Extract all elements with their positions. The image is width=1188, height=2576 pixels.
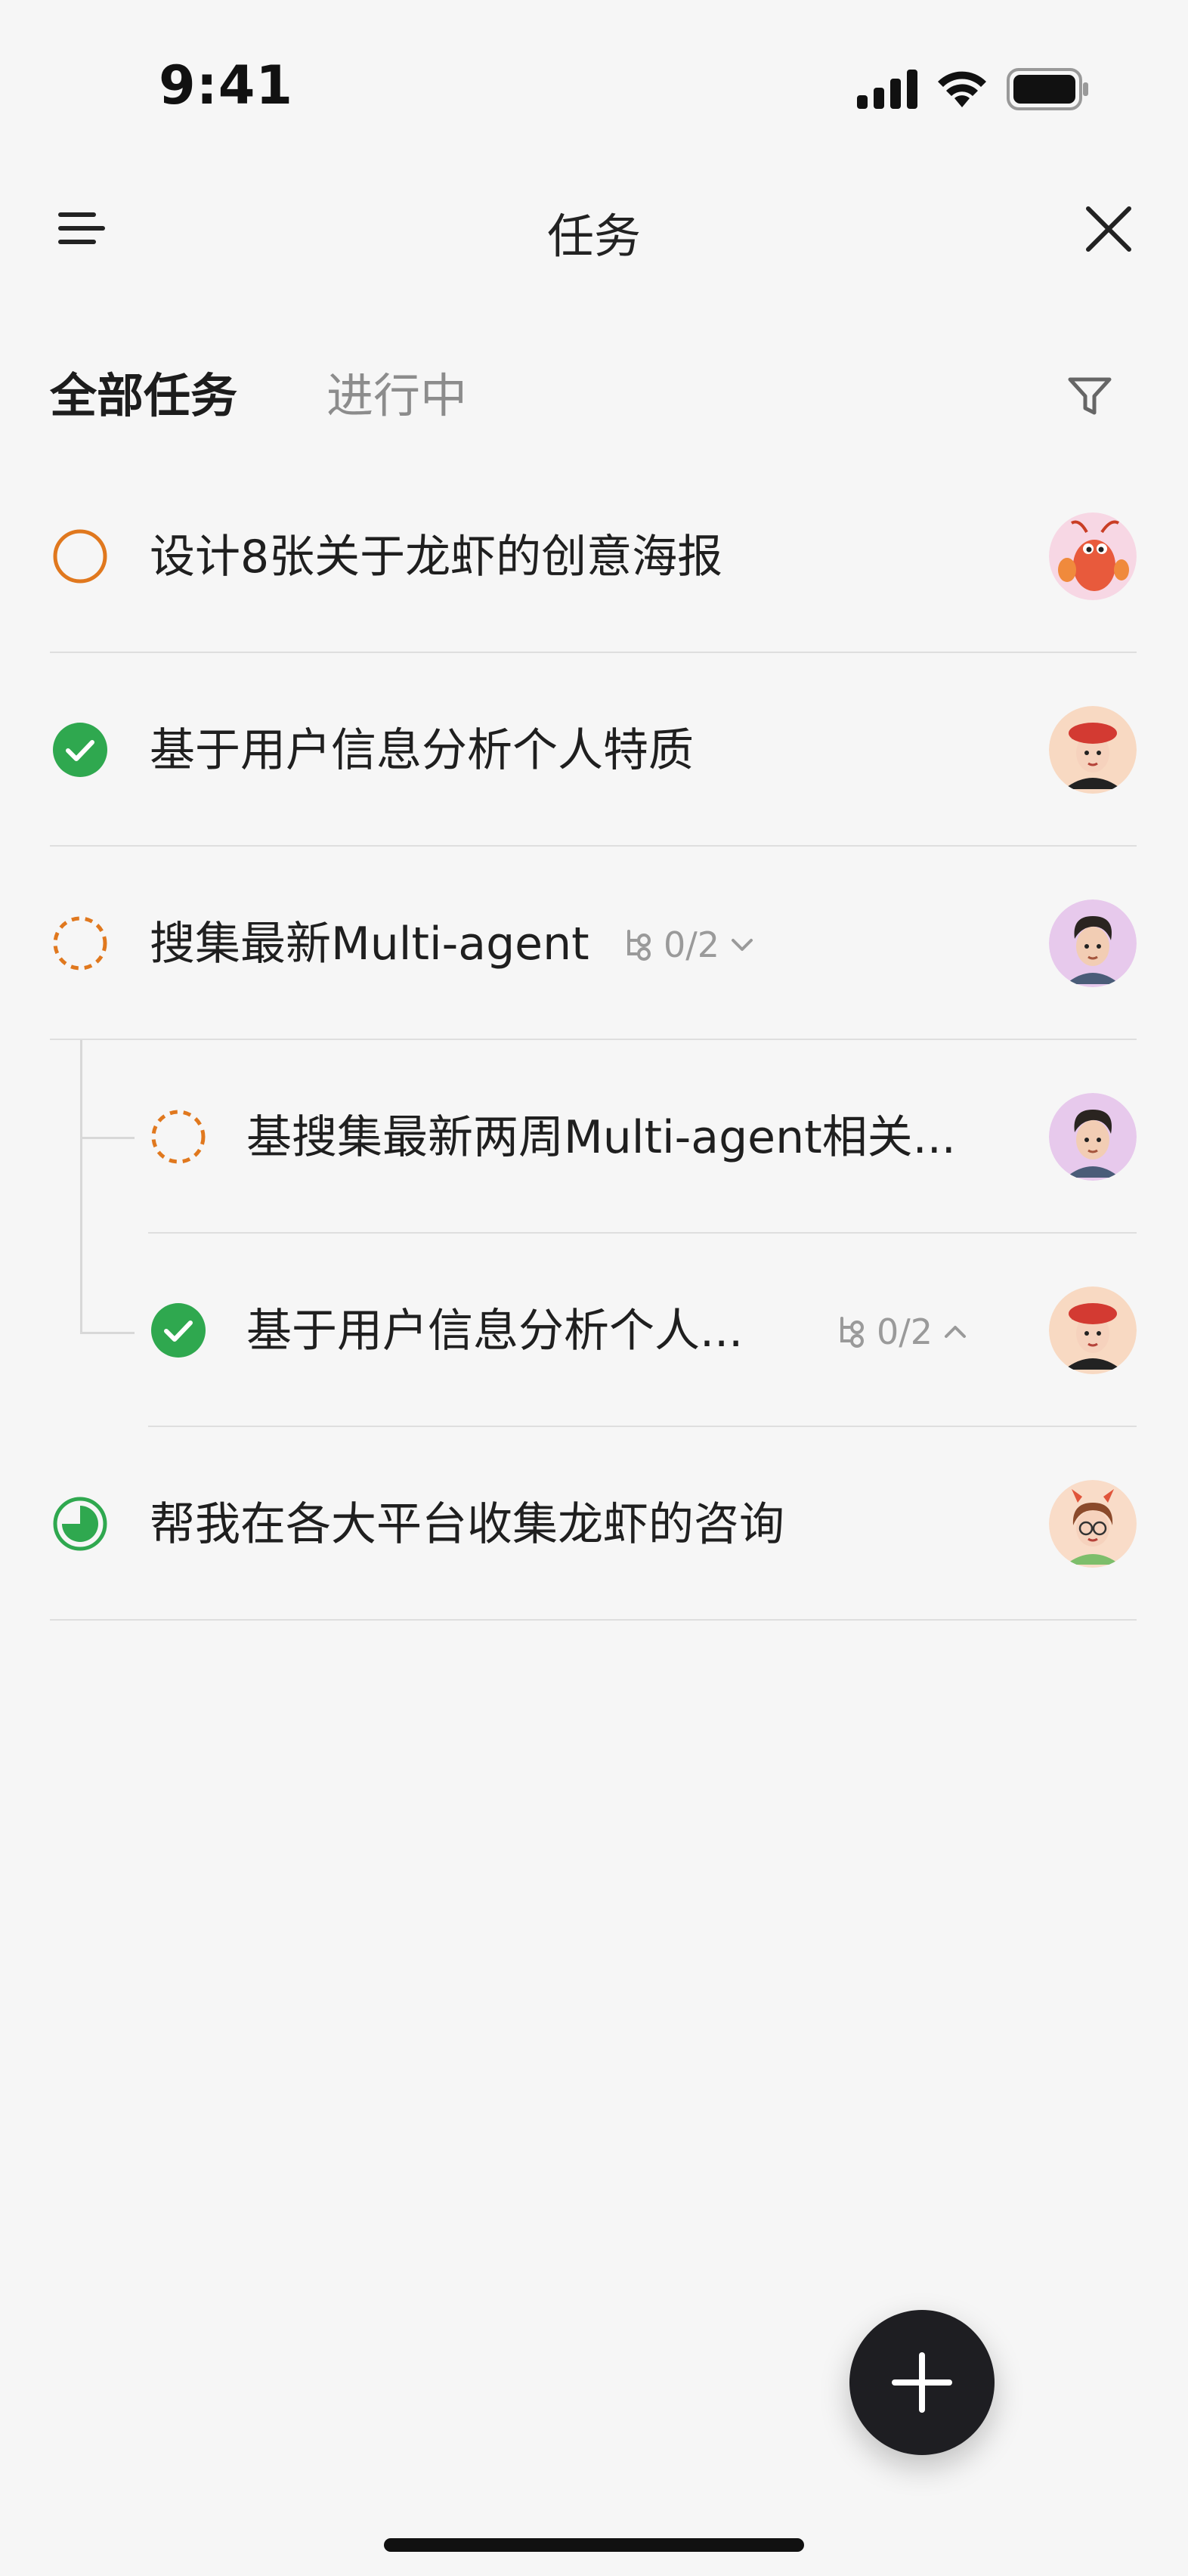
status-time: 9:41 — [159, 54, 294, 116]
todo-circle-icon[interactable] — [51, 528, 109, 585]
task-title: 基搜集最新两周Multi-agent相关... — [246, 1111, 956, 1164]
close-button[interactable] — [1082, 203, 1135, 255]
add-task-button[interactable] — [849, 2310, 995, 2455]
man-avatar[interactable] — [1049, 899, 1137, 987]
tree-connector-vertical — [80, 1040, 82, 1333]
tab-in-progress[interactable]: 进行中 — [326, 366, 467, 426]
subtask-count-text: 0/2 — [877, 1311, 933, 1352]
plus-icon — [892, 2352, 952, 2413]
task-title: 基于用户信息分析个人... — [246, 1305, 744, 1358]
filter-button[interactable] — [1066, 372, 1114, 420]
filter-icon — [1068, 377, 1112, 415]
task-title: 基于用户信息分析个人特质 — [150, 724, 694, 777]
pending-dashed-circle-icon[interactable] — [51, 915, 109, 972]
check-circle-icon[interactable] — [51, 721, 109, 779]
tree-connector-branch-1 — [80, 1137, 135, 1139]
pending-dashed-circle-icon[interactable] — [150, 1108, 207, 1166]
subtask-row[interactable]: 基于用户信息分析个人... 0/2 — [148, 1234, 1137, 1427]
tree-connector-branch-2 — [80, 1332, 135, 1334]
woman-red-beret-avatar[interactable] — [1049, 1286, 1137, 1374]
subtask-tree-icon — [627, 930, 651, 961]
wifi-icon — [938, 71, 986, 107]
task-title: 搜集最新Multi-agent — [150, 918, 589, 971]
task-row[interactable]: 基于用户信息分析个人特质 — [50, 653, 1137, 847]
chevron-up-icon[interactable] — [940, 1317, 970, 1347]
task-title: 帮我在各大平台收集龙虾的咨询 — [150, 1498, 784, 1551]
row-divider — [50, 1619, 1137, 1621]
battery-icon — [1007, 68, 1088, 110]
check-circle-icon[interactable] — [150, 1302, 207, 1359]
home-indicator[interactable] — [384, 2538, 804, 2552]
in-progress-pie-icon[interactable] — [51, 1495, 109, 1553]
subtask-count-text: 0/2 — [664, 924, 720, 965]
page-title: 任务 — [546, 209, 641, 264]
subtask-count[interactable]: 0/2 — [836, 1309, 970, 1355]
chevron-down-icon[interactable] — [727, 930, 757, 960]
subtask-tree-icon — [840, 1317, 864, 1348]
task-screen: 9:41 任务 全部任务 进行中 设计8张关于龙虾的创意海报 基于用户信息分析个… — [0, 0, 1188, 2576]
lobster-avatar[interactable] — [1049, 512, 1137, 600]
task-title: 设计8张关于龙虾的创意海报 — [150, 531, 723, 584]
woman-red-beret-avatar[interactable] — [1049, 706, 1137, 794]
girl-glasses-avatar[interactable] — [1049, 1480, 1137, 1568]
subtask-row[interactable]: 基搜集最新两周Multi-agent相关... — [148, 1040, 1137, 1234]
status-icons — [857, 67, 1090, 112]
tab-all-tasks[interactable]: 全部任务 — [50, 366, 237, 426]
task-row[interactable]: 帮我在各大平台收集龙虾的咨询 — [50, 1427, 1137, 1621]
subtask-count[interactable]: 0/2 — [623, 922, 757, 968]
task-row[interactable]: 设计8张关于龙虾的创意海报 — [50, 460, 1137, 653]
task-row[interactable]: 搜集最新Multi-agent 0/2 — [50, 847, 1137, 1040]
cellular-signal-icon — [857, 70, 917, 109]
man-avatar[interactable] — [1049, 1093, 1137, 1181]
close-icon — [1086, 206, 1131, 252]
